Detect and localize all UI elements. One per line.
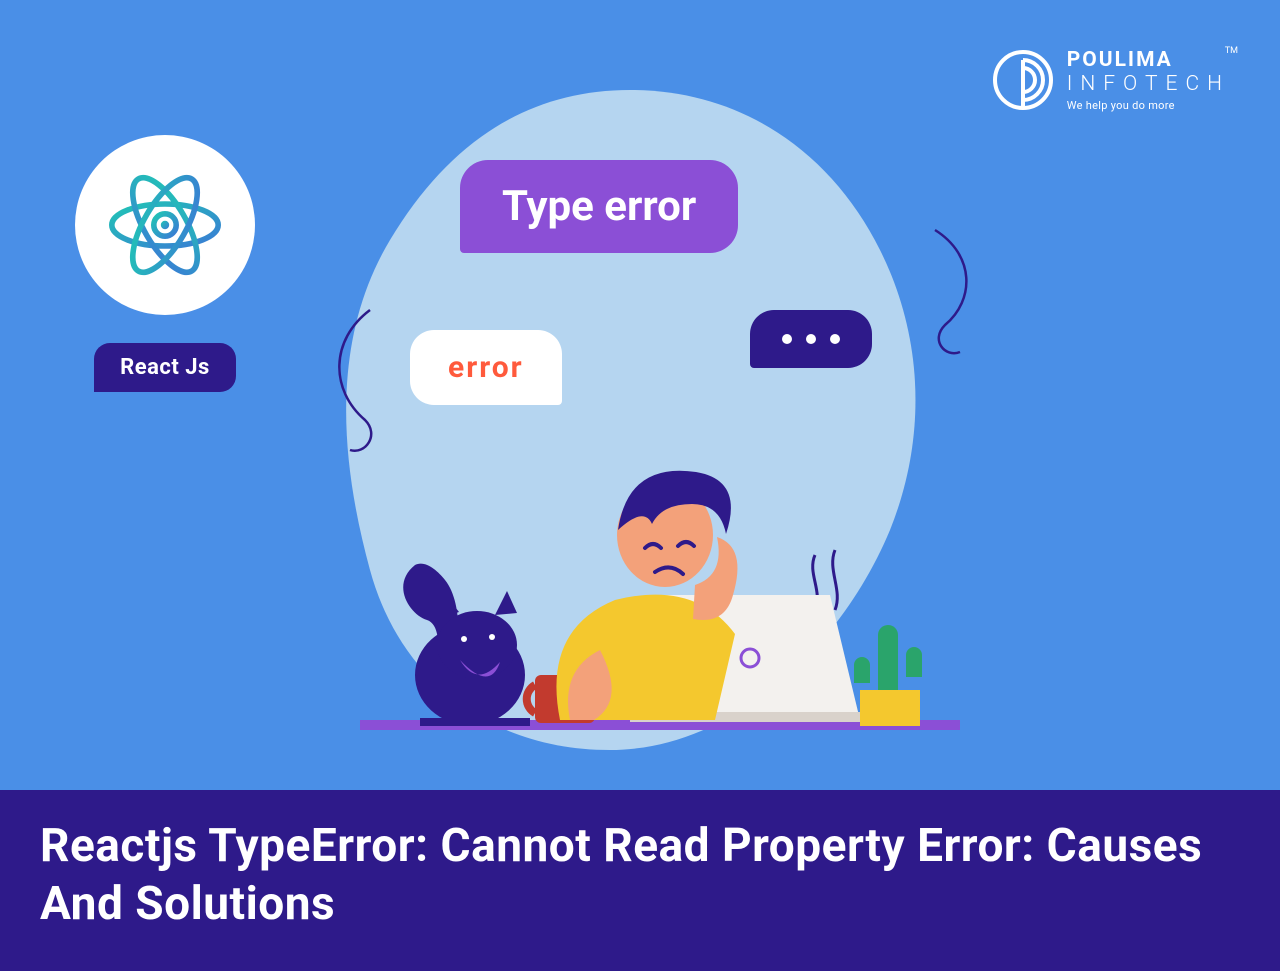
brand-mark-icon: [993, 50, 1053, 110]
react-badge: React Js: [75, 135, 255, 392]
illustration-scene: [360, 420, 960, 770]
react-atom-icon: [95, 155, 235, 295]
banner-canvas: POULIMA INFOTECH We help you do more TM: [0, 0, 1280, 971]
trademark-symbol: TM: [1225, 46, 1238, 56]
bubble-type-error: Type error: [460, 160, 738, 253]
person-icon: [556, 471, 737, 720]
cactus-icon: [854, 625, 922, 726]
brand-name-line2: INFOTECH: [1067, 72, 1230, 96]
brand-name-line1: POULIMA: [1067, 48, 1230, 72]
bubble-ellipsis: [750, 310, 872, 368]
brand-tagline: We help you do more: [1067, 99, 1230, 112]
dot-icon: [806, 334, 816, 344]
cat-icon: [403, 564, 530, 726]
react-label-pill: React Js: [94, 343, 236, 392]
bubble-error: error: [410, 330, 562, 405]
wisp-right-icon: [920, 220, 990, 360]
brand-logo: POULIMA INFOTECH We help you do more: [993, 48, 1230, 112]
title-bar: Reactjs TypeError: Cannot Read Property …: [0, 790, 1280, 971]
dot-icon: [782, 334, 792, 344]
react-logo-circle: [75, 135, 255, 315]
dot-icon: [830, 334, 840, 344]
article-title: Reactjs TypeError: Cannot Read Property …: [40, 818, 1240, 933]
